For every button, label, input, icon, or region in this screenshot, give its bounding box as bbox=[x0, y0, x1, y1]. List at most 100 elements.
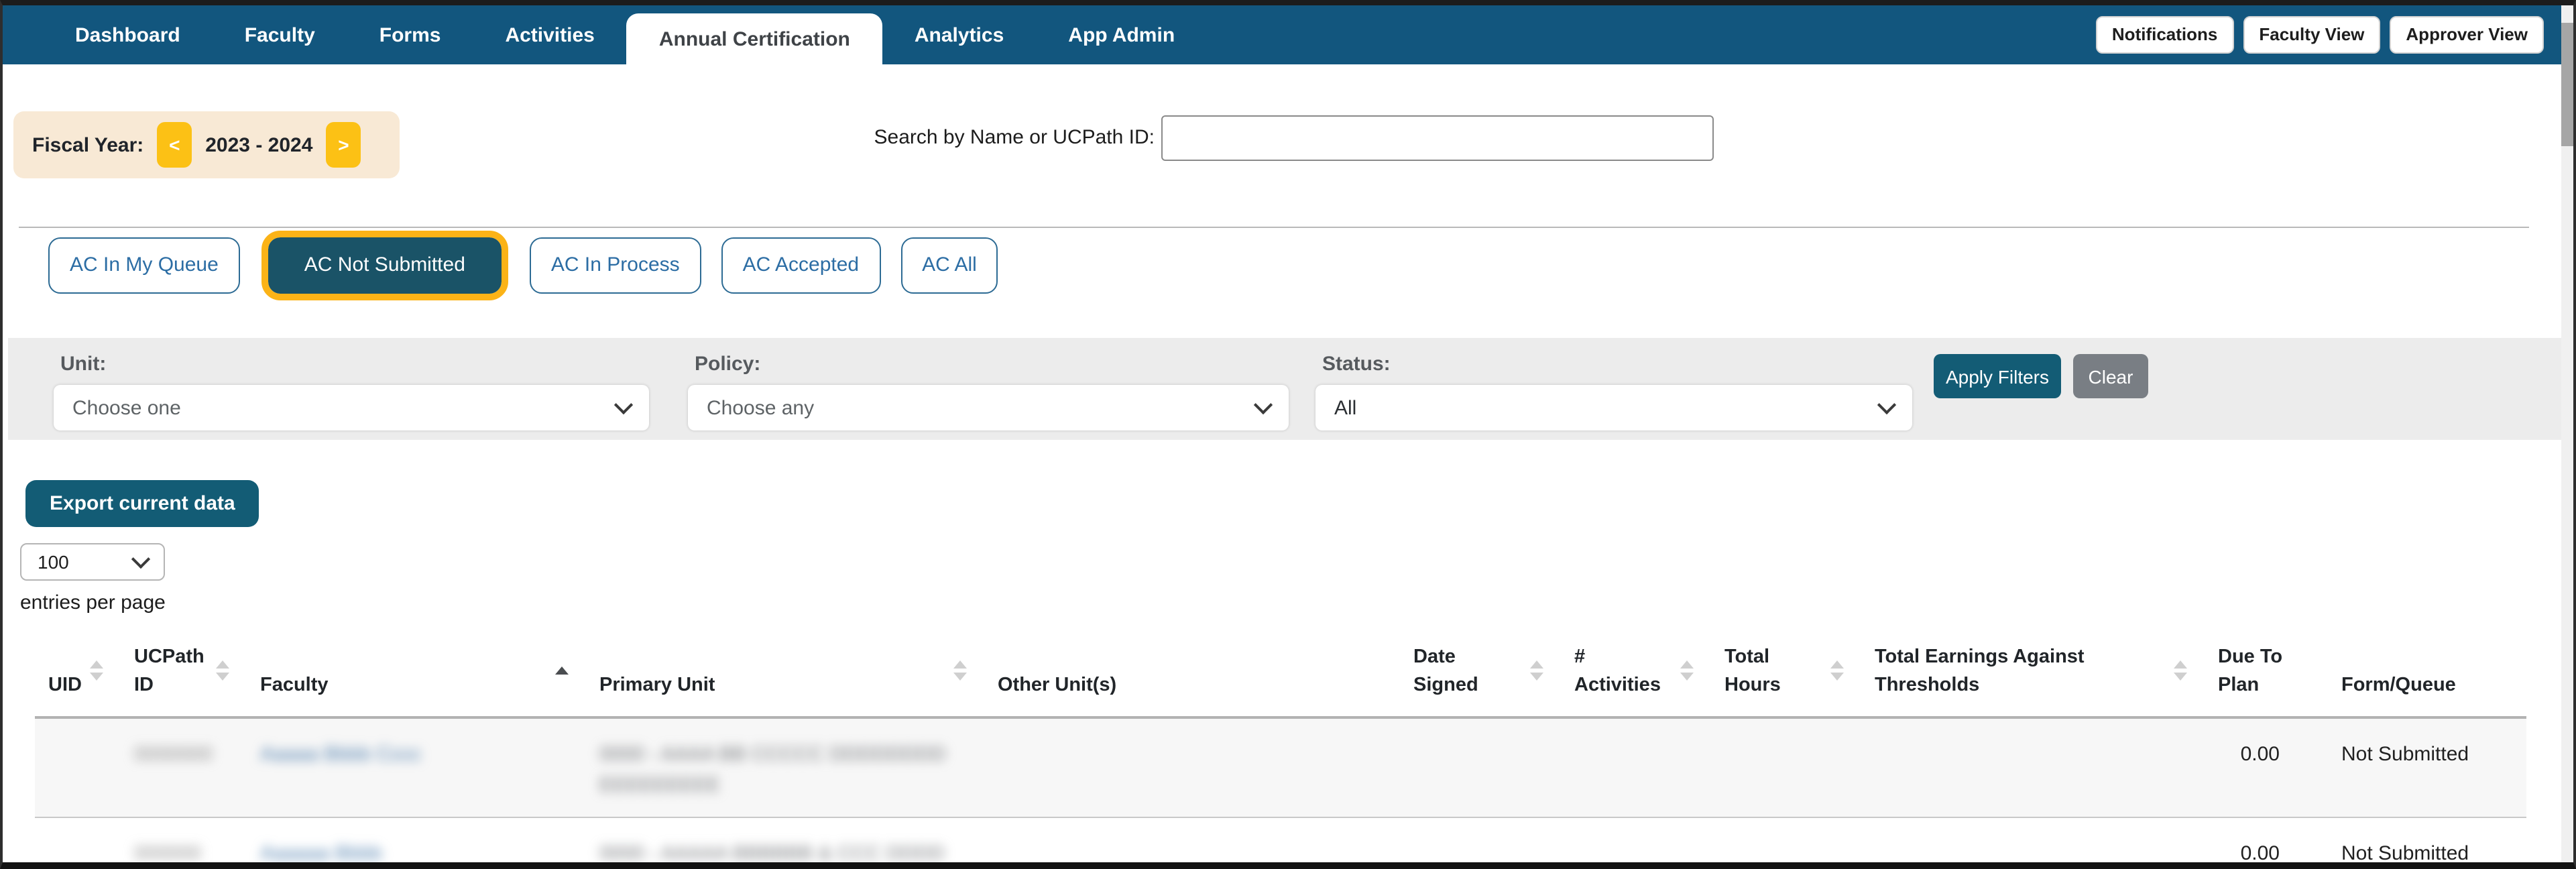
cell-uid bbox=[35, 717, 121, 817]
search-label: Search by Name or UCPath ID: bbox=[874, 126, 1155, 149]
fiscal-year-label: Fiscal Year: bbox=[32, 133, 144, 156]
sort-icon bbox=[1680, 660, 1694, 681]
queue-tab-ac-in-process[interactable]: AC In Process bbox=[529, 237, 701, 294]
column-header-label: Primary Unit bbox=[599, 675, 715, 696]
apply-filters-button[interactable]: Apply Filters bbox=[1934, 354, 2061, 398]
column-header-label: UID bbox=[48, 675, 82, 696]
cell-due-to-plan: 0.00 bbox=[2205, 817, 2328, 862]
column-header-label: Other Unit(s) bbox=[998, 675, 1117, 696]
column-header-label: UCPath ID bbox=[134, 646, 204, 696]
redacted-primary-unit: 0000 - AAAA BB CCCCC DDDDDDDD bbox=[599, 743, 946, 766]
column-header-other-unit-s: Other Unit(s) bbox=[984, 625, 1400, 719]
approver-view-button[interactable]: Approver View bbox=[2390, 16, 2544, 54]
search-input[interactable] bbox=[1161, 115, 1714, 161]
column-header-due-to-plan: Due To Plan bbox=[2205, 625, 2328, 719]
cell-total-hours bbox=[1711, 717, 1861, 817]
cell-form-queue: Not Submitted bbox=[2341, 743, 2469, 766]
status-filter-label: Status: bbox=[1322, 353, 1391, 375]
cell-other-units bbox=[984, 717, 1400, 817]
policy-filter-label: Policy: bbox=[695, 353, 761, 375]
nav-item-annual-certification[interactable]: Annual Certification bbox=[626, 13, 882, 64]
section-divider bbox=[19, 227, 2529, 228]
sort-icon bbox=[90, 660, 103, 681]
page-size-select[interactable]: 100 bbox=[20, 543, 165, 581]
queue-tab-ac-accepted[interactable]: AC Accepted bbox=[721, 237, 881, 294]
filter-bar: Unit: Choose one Policy: Choose any Stat… bbox=[8, 338, 2563, 440]
unit-filter-select[interactable]: Choose one bbox=[54, 385, 649, 430]
queue-tab-ac-in-my-queue[interactable]: AC In My Queue bbox=[48, 237, 240, 294]
view-buttons: Notifications Faculty View Approver View bbox=[2095, 16, 2544, 54]
cell-total-earnings bbox=[1861, 717, 2205, 817]
nav-item-activities[interactable]: Activities bbox=[473, 5, 626, 64]
sort-ascending-icon bbox=[555, 667, 569, 675]
entries-per-page-label: entries per page bbox=[20, 591, 166, 614]
sort-icon bbox=[1830, 660, 1844, 681]
table-row: 0000000 Aaaaa Bbbb Cccc 0000 - AAAA BB CCC… bbox=[35, 717, 2526, 817]
chevron-down-icon bbox=[613, 395, 634, 415]
cell-other-units bbox=[984, 817, 1400, 862]
redacted-primary-unit: EEEEEEEEE bbox=[599, 774, 721, 797]
page-size-value: 100 bbox=[38, 551, 69, 573]
cell-uid bbox=[35, 817, 121, 862]
redacted-primary-unit: 0000 - AAAAA BBBBBB & CCC DDDD EEE bbox=[599, 842, 945, 865]
sort-icon bbox=[2174, 660, 2187, 681]
faculty-view-button[interactable]: Faculty View bbox=[2243, 16, 2381, 54]
redacted-faculty-link[interactable]: Aaaaaa Bbbb bbox=[260, 842, 382, 862]
column-header-date-signed[interactable]: Date Signed bbox=[1400, 625, 1561, 719]
fiscal-year-value: 2023 - 2024 bbox=[205, 133, 313, 156]
cell-date-signed bbox=[1400, 717, 1561, 817]
column-header-label: Date Signed bbox=[1413, 646, 1478, 696]
column-header-activities[interactable]: # Activities bbox=[1561, 625, 1711, 719]
cell-date-signed bbox=[1400, 817, 1561, 862]
fiscal-year-next-button[interactable]: > bbox=[326, 122, 361, 168]
column-header-uid[interactable]: UID bbox=[35, 625, 121, 719]
status-filter-value: All bbox=[1334, 396, 1357, 419]
table-header-row: UID UCPath ID Faculty Primary Unit Other Uni… bbox=[35, 625, 2526, 719]
column-header-label: Total Hours bbox=[1724, 646, 1781, 696]
column-header-label: Form/Queue bbox=[2341, 675, 2456, 696]
nav-item-analytics[interactable]: Analytics bbox=[882, 5, 1036, 64]
export-button[interactable]: Export current data bbox=[25, 480, 259, 527]
cell-num-activities bbox=[1561, 717, 1711, 817]
nav-tabs: Dashboard Faculty Forms Activities Annual Ce… bbox=[43, 5, 1207, 64]
status-filter-select[interactable]: All bbox=[1315, 385, 1912, 430]
scrollbar-thumb[interactable] bbox=[2561, 23, 2573, 146]
policy-filter-select[interactable]: Choose any bbox=[688, 385, 1289, 430]
column-header-label: Due To Plan bbox=[2218, 646, 2283, 696]
fiscal-year-prev-button[interactable]: < bbox=[157, 122, 192, 168]
cell-due-to-plan: 0.00 bbox=[2240, 743, 2280, 766]
chevron-down-icon bbox=[131, 549, 151, 569]
nav-item-app-admin[interactable]: App Admin bbox=[1036, 5, 1207, 64]
column-header-label: Faculty bbox=[260, 675, 329, 696]
cell-form-queue: Not Submitted bbox=[2328, 817, 2526, 862]
sort-icon bbox=[1530, 660, 1543, 681]
app-window: Dashboard Faculty Forms Activities Annual Ce… bbox=[0, 0, 2576, 869]
column-header-primary-unit[interactable]: Primary Unit bbox=[586, 625, 984, 719]
notifications-button[interactable]: Notifications bbox=[2095, 16, 2234, 54]
nav-item-forms[interactable]: Forms bbox=[347, 5, 473, 64]
chevron-down-icon bbox=[1877, 395, 1897, 415]
column-header-ucpath-id[interactable]: UCPath ID bbox=[121, 625, 247, 719]
vertical-scrollbar[interactable] bbox=[2561, 5, 2573, 862]
column-header-faculty[interactable]: Faculty bbox=[247, 625, 586, 719]
cell-ucpath-id: 0000000 bbox=[121, 717, 247, 817]
column-header-label: Total Earnings Against Thresholds bbox=[1875, 646, 2085, 696]
sort-icon bbox=[216, 660, 229, 681]
cell-total-hours bbox=[1711, 817, 1861, 862]
chevron-down-icon bbox=[1253, 395, 1273, 415]
clear-filters-button[interactable]: Clear bbox=[2073, 354, 2148, 398]
nav-item-faculty[interactable]: Faculty bbox=[213, 5, 347, 64]
column-header-total-earnings-against-thresholds[interactable]: Total Earnings Against Thresholds bbox=[1861, 625, 2205, 719]
column-header-form-queue: Form/Queue bbox=[2328, 625, 2526, 719]
cell-total-earnings bbox=[1861, 817, 2205, 862]
nav-item-dashboard[interactable]: Dashboard bbox=[43, 5, 213, 64]
column-header-total-hours[interactable]: Total Hours bbox=[1711, 625, 1861, 719]
queue-tab-ac-all[interactable]: AC All bbox=[900, 237, 998, 294]
redacted-faculty-link[interactable]: Aaaaa Bbbb Cccc bbox=[260, 743, 421, 766]
queue-tab-ac-not-submitted[interactable]: AC Not Submitted bbox=[261, 231, 508, 300]
top-nav: Dashboard Faculty Forms Activities Annual Ce… bbox=[3, 5, 2573, 64]
fiscal-year-selector: Fiscal Year: < 2023 - 2024 > bbox=[13, 111, 400, 178]
cell-primary-unit: 0000 - AAAAA BBBBBB & CCC DDDD EEE bbox=[586, 817, 984, 865]
cell-primary-unit: 0000 - AAAA BB CCCCC DDDDDDDD EEEEEEEEE bbox=[586, 717, 984, 817]
policy-filter-value: Choose any bbox=[707, 396, 815, 419]
